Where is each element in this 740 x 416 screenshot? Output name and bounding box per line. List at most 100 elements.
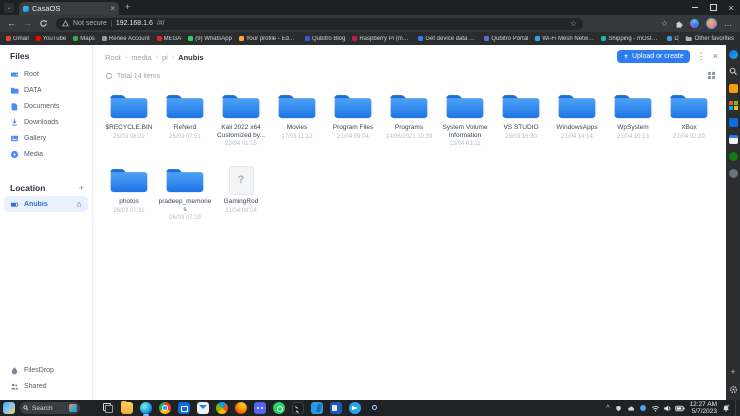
filesdrop-item[interactable]: FilesDrop bbox=[4, 362, 88, 378]
bookmark-item[interactable]: Wi-Fi Mesh Networ... bbox=[535, 36, 594, 42]
profile-avatar[interactable] bbox=[706, 18, 717, 29]
favorites-icon[interactable]: ☆ bbox=[661, 20, 668, 28]
task-view-icon[interactable] bbox=[102, 402, 114, 414]
telegram-icon[interactable] bbox=[349, 402, 361, 414]
microsoft-store-icon[interactable] bbox=[178, 402, 190, 414]
upload-or-create-button[interactable]: Upload or create bbox=[617, 50, 690, 63]
outlook-icon[interactable] bbox=[729, 118, 738, 127]
bookmark-item[interactable]: Get device data by... bbox=[418, 36, 477, 42]
bookmark-item[interactable]: Maps bbox=[73, 36, 95, 42]
file-tile[interactable]: Program Files 21/04 09:04 bbox=[325, 87, 381, 161]
file-tile[interactable]: ReNerd 26/03 07:51 bbox=[157, 87, 213, 161]
hidden-icons-chevron[interactable]: ^ bbox=[606, 405, 609, 412]
bookmark-item[interactable]: Gmail bbox=[6, 36, 29, 42]
shopping-icon[interactable] bbox=[729, 84, 738, 93]
sidebar-item-downloads[interactable]: Downloads bbox=[4, 114, 88, 130]
address-bar[interactable]: Not secure 192.168.1.6 /#/ ☆ bbox=[56, 18, 583, 30]
close-window-button[interactable]: × bbox=[722, 0, 740, 15]
photos-icon[interactable] bbox=[216, 402, 228, 414]
sidebar-item-gallery[interactable]: Gallery bbox=[4, 130, 88, 146]
file-tile[interactable]: pradeep_memories 06/03 07:19 bbox=[157, 161, 213, 235]
sidebar-item-media[interactable]: Media bbox=[4, 146, 88, 162]
bookmark-item[interactable]: Your profile - Edga... bbox=[239, 36, 298, 42]
taskbar-clock[interactable]: 12:27 AM 5/7/2023 bbox=[690, 401, 717, 415]
back-button[interactable]: ← bbox=[7, 19, 16, 28]
settings-gear-icon[interactable] bbox=[729, 385, 738, 394]
add-location-button[interactable]: + bbox=[79, 184, 84, 193]
sidebar-item-documents[interactable]: Documents bbox=[4, 98, 88, 114]
grid-view-toggle-icon[interactable] bbox=[707, 71, 716, 80]
firefox-icon[interactable] bbox=[235, 402, 247, 414]
shared-item[interactable]: Shared bbox=[4, 378, 88, 394]
add-sidebar-app-icon[interactable]: + bbox=[730, 368, 735, 377]
bookmark-item[interactable]: (9) WhatsApp bbox=[188, 36, 232, 42]
games-icon[interactable] bbox=[729, 152, 738, 161]
sidebar-item-data[interactable]: DATA bbox=[4, 82, 88, 98]
file-tile[interactable]: VS STUDIO 28/03 16:30 bbox=[493, 87, 549, 161]
microsoft-365-icon[interactable] bbox=[729, 101, 738, 110]
file-tile[interactable]: Kali 2022 x64 Customized by... 23/04 01:… bbox=[213, 87, 269, 161]
vscode-icon[interactable] bbox=[311, 402, 323, 414]
file-tile[interactable]: XBox 27/04 02:39 bbox=[661, 87, 717, 161]
steam-icon[interactable] bbox=[368, 402, 380, 414]
word-icon[interactable] bbox=[330, 402, 342, 414]
tools-icon[interactable] bbox=[729, 169, 738, 178]
quick-settings[interactable] bbox=[651, 404, 685, 413]
bookmark-item[interactable]: Qubitro Blog bbox=[305, 36, 345, 42]
extensions-puzzle-icon[interactable] bbox=[675, 20, 683, 28]
copilot-icon[interactable] bbox=[690, 19, 699, 28]
search-icon[interactable] bbox=[729, 67, 738, 76]
bookmark-item[interactable]: Qubitro Portal bbox=[484, 36, 528, 42]
file-tile[interactable]: photos 26/03 07:11 bbox=[101, 161, 157, 235]
breadcrumb-media[interactable]: media bbox=[131, 53, 151, 62]
location-item-anubis[interactable]: Anubis bbox=[4, 196, 88, 212]
sync-icon[interactable] bbox=[105, 72, 113, 80]
chrome-icon[interactable] bbox=[159, 402, 171, 414]
tray-app-icon[interactable] bbox=[640, 405, 646, 411]
file-tile[interactable]: WpSystem 21/04 10:13 bbox=[605, 87, 661, 161]
bookmark-item[interactable]: Renee Account bbox=[102, 36, 150, 42]
file-tile[interactable]: Movies 17/03 11:12 bbox=[269, 87, 325, 161]
refresh-button[interactable] bbox=[39, 19, 48, 28]
file-tile[interactable]: System Volume Information 23/04 01:11 bbox=[437, 87, 493, 161]
minimize-button[interactable] bbox=[686, 0, 704, 15]
bookmark-item[interactable]: MEGA bbox=[157, 36, 182, 42]
app-close-icon[interactable]: × bbox=[713, 52, 718, 61]
bookmark-item[interactable]: Detailed Tracking bbox=[667, 36, 677, 42]
mail-icon[interactable] bbox=[197, 402, 209, 414]
forward-button[interactable]: → bbox=[23, 19, 32, 28]
bookmark-item[interactable]: Shipping - mOstacki... bbox=[601, 36, 660, 42]
folder-icon bbox=[165, 91, 205, 121]
widgets-icon[interactable] bbox=[3, 402, 15, 414]
tab-actions-icon[interactable]: ⌄ bbox=[4, 3, 14, 13]
security-shield-icon[interactable] bbox=[615, 405, 622, 412]
file-explorer-icon[interactable] bbox=[121, 402, 133, 414]
show-desktop-button[interactable] bbox=[735, 400, 738, 416]
browser-tab[interactable]: CasaOS × bbox=[19, 2, 119, 15]
bookmark-item[interactable]: Raspberry Pi (masta... bbox=[352, 36, 411, 42]
other-favorites[interactable]: Other favorites bbox=[678, 35, 734, 43]
file-tile[interactable]: $RECYCLE.BIN 26/03 08:22 bbox=[101, 87, 157, 161]
sidebar-item-root[interactable]: Root bbox=[4, 66, 88, 82]
whatsapp-icon[interactable] bbox=[273, 402, 285, 414]
breadcrumb-pi[interactable]: pi bbox=[162, 53, 168, 62]
onedrive-cloud-icon[interactable] bbox=[627, 405, 635, 412]
bookmark-star-icon[interactable]: ☆ bbox=[570, 20, 577, 28]
discord-icon[interactable] bbox=[254, 402, 266, 414]
tab-close-icon[interactable]: × bbox=[110, 5, 115, 13]
bing-chat-icon[interactable] bbox=[729, 50, 738, 59]
maximize-button[interactable] bbox=[704, 0, 722, 15]
edge-browser-icon[interactable] bbox=[140, 402, 152, 414]
bookmark-item[interactable]: YouTube bbox=[36, 36, 67, 42]
new-tab-button[interactable]: + bbox=[125, 3, 130, 12]
file-tile[interactable]: Programs 14/06/2021 10:39 bbox=[381, 87, 437, 161]
taskbar-search[interactable]: Search bbox=[20, 402, 80, 414]
calendar-icon[interactable] bbox=[729, 135, 738, 144]
terminal-icon[interactable] bbox=[292, 402, 304, 414]
breadcrumb-root[interactable]: Root bbox=[105, 53, 121, 62]
app-menu-icon[interactable]: ⋮ bbox=[697, 52, 706, 61]
browser-menu-icon[interactable]: … bbox=[724, 20, 732, 28]
notifications-bell-icon[interactable] bbox=[722, 404, 730, 413]
file-tile[interactable]: WindowsApps 21/04 14:14 bbox=[549, 87, 605, 161]
file-tile[interactable]: ? GamingRod 21/04 09:04 bbox=[213, 161, 269, 235]
